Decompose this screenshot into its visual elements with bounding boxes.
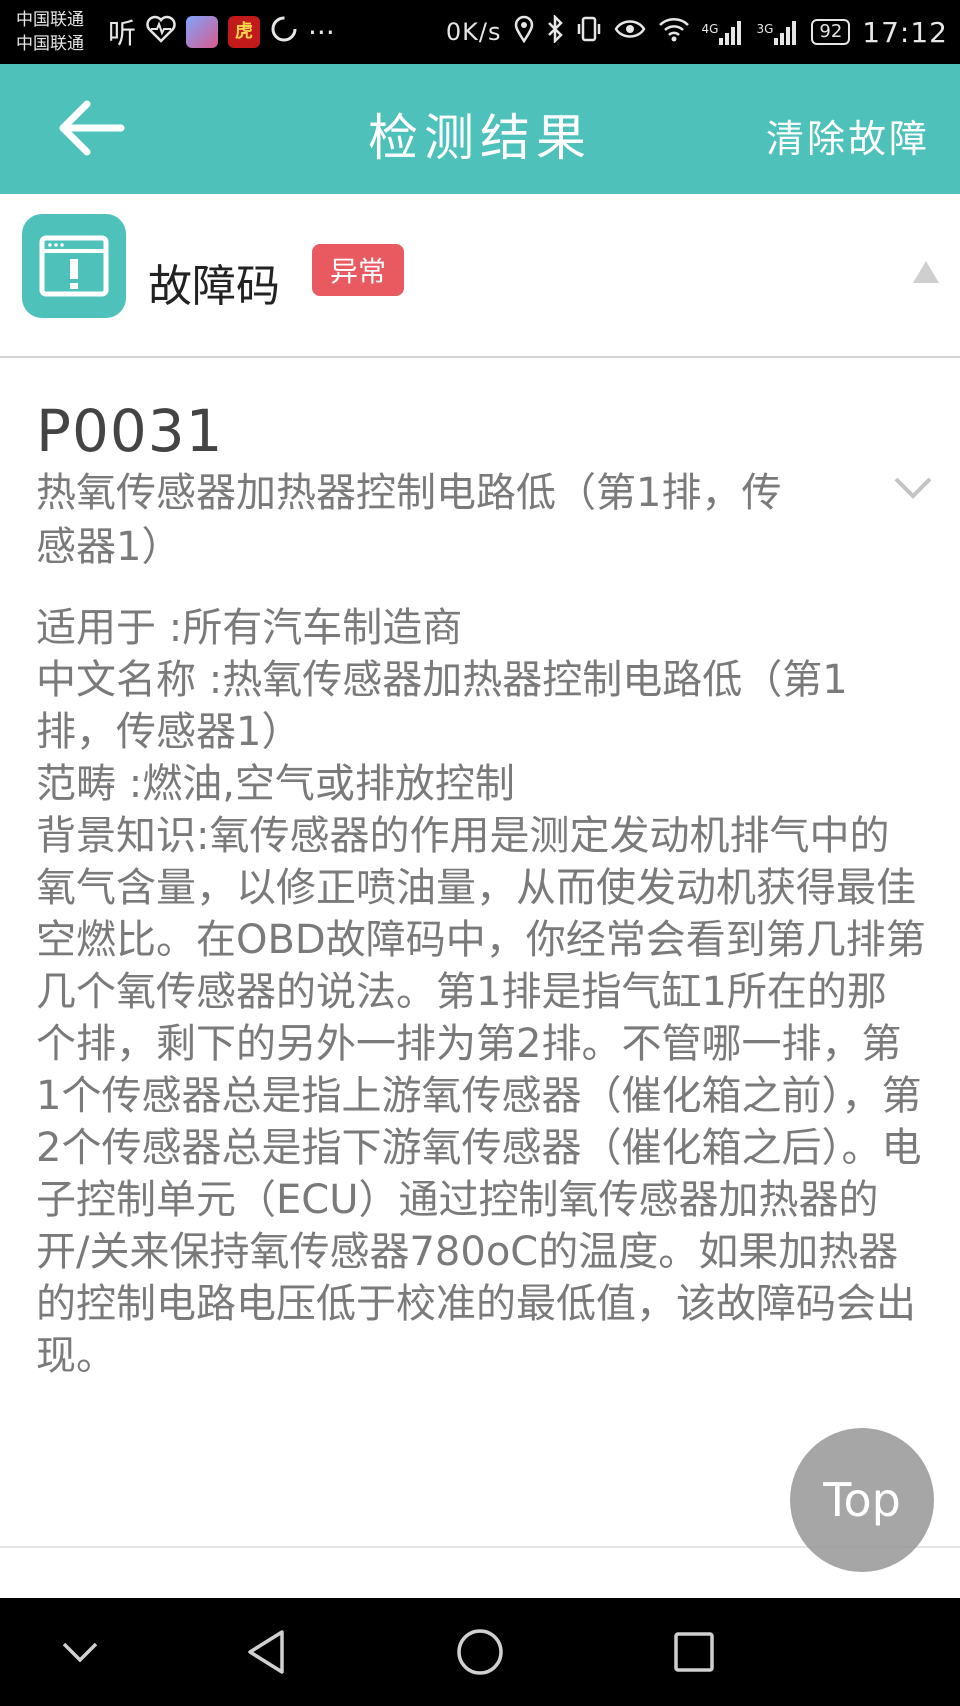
system-status: 0K/s 4G 3G 92 17:12 <box>445 13 948 49</box>
clear-faults-button[interactable]: 清除故障 <box>766 108 930 163</box>
fault-code-section-header[interactable]: 故障码 异常 <box>0 194 960 358</box>
app-bar: 检测结果 清除故障 <box>0 64 960 194</box>
eye-comfort-icon <box>614 17 646 47</box>
battery-indicator: 92 <box>811 19 851 45</box>
bluetooth-icon <box>546 13 564 49</box>
carrier-1: 中国联通 <box>16 10 84 30</box>
clock: 17:12 <box>862 15 948 49</box>
back-nav-button[interactable] <box>236 1622 296 1682</box>
circle-home-icon <box>457 1629 503 1675</box>
carrier-info: 中国联通 中国联通 <box>16 8 102 56</box>
fault-short-description: 热氧传感器加热器控制电路低（第1排，传感器1） <box>36 470 782 570</box>
fault-code: P0031 <box>36 397 224 465</box>
news-app-icon: 虎 <box>228 16 261 48</box>
hide-nav-button[interactable] <box>50 1622 110 1682</box>
network-speed: 0K/s <box>445 18 502 46</box>
chevron-down-icon <box>62 1642 98 1663</box>
fault-details: 适用于 :所有汽车制造商 中文名称 :热氧传感器加热器控制电路低（第1排，传感器… <box>36 602 926 1382</box>
detail-category: 范畴 :燃油,空气或排放控制 <box>36 761 515 807</box>
fault-code-card[interactable]: P0031 热氧传感器加热器控制电路低（第1排，传感器1） 适用于 :所有汽车制… <box>0 358 960 1548</box>
net-label-1: 4G <box>701 22 719 36</box>
recents-nav-button[interactable] <box>664 1622 724 1682</box>
detail-background: 背景知识:氧传感器的作用是测定发动机排气中的氧气含量，以修正喷油量，从而使发动机… <box>36 813 926 1379</box>
detail-chinese-name: 中文名称 :热氧传感器加热器控制电路低（第1排，传感器1） <box>36 657 848 755</box>
net-label-2: 3G <box>756 22 774 36</box>
triangle-back-icon <box>248 1630 284 1674</box>
square-recents-icon <box>674 1632 714 1672</box>
expand-button[interactable] <box>888 468 938 508</box>
scroll-top-button[interactable]: Top <box>790 1428 934 1572</box>
section-title: 故障码 <box>148 261 280 312</box>
navigation-bar <box>0 1598 960 1706</box>
fault-code-icon <box>22 214 126 318</box>
status-bar: 中国联通 中国联通 听 虎 ··· 0K/s 4G 3G 92 17:12 <box>0 0 960 64</box>
app-notification-icon <box>186 16 219 48</box>
chevron-down-icon <box>894 477 932 499</box>
triangle-up-icon <box>913 261 939 283</box>
detail-applies-to: 适用于 :所有汽车制造商 <box>36 605 463 651</box>
notification-icons: 听 虎 ··· <box>108 12 335 52</box>
wifi-icon <box>658 16 690 48</box>
signal-3g-icon: 3G <box>756 18 799 46</box>
heart-rate-icon <box>146 15 176 50</box>
loading-icon <box>270 15 298 50</box>
more-notifications: ··· <box>308 15 335 49</box>
listen-icon: 听 <box>108 17 137 50</box>
collapse-button[interactable] <box>906 252 946 292</box>
status-badge: 异常 <box>312 244 405 296</box>
carrier-2: 中国联通 <box>16 34 84 54</box>
signal-4g-icon: 4G <box>702 18 745 46</box>
home-nav-button[interactable] <box>450 1622 510 1682</box>
next-fault-code: P0455 <box>36 1588 219 1598</box>
vibrate-icon <box>576 15 602 49</box>
location-icon <box>514 15 534 49</box>
